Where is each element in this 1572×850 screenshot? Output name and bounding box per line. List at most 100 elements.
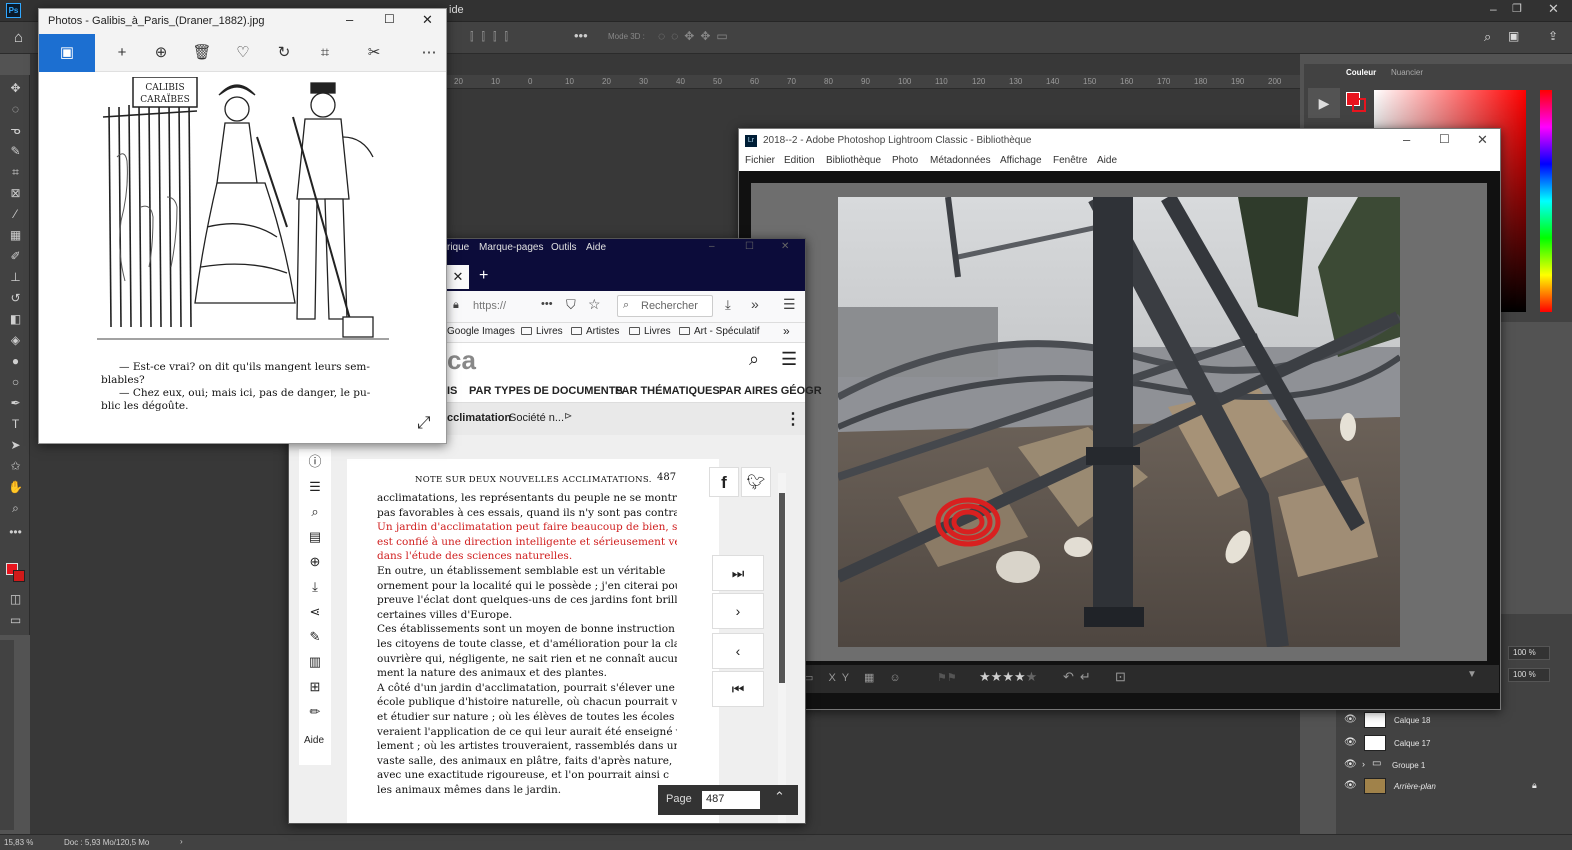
workspace-icon[interactable]: ▣ [1508, 29, 1519, 43]
new-tab-icon[interactable]: + [479, 267, 488, 285]
search-box[interactable]: ⌕ Rechercher [617, 295, 713, 317]
nav-item[interactable]: IS [447, 385, 457, 397]
3d-tools-icons[interactable]: ◌◌✥✥▭ [658, 29, 734, 43]
play-icon[interactable]: ▶ [1308, 88, 1340, 118]
align-icons[interactable]: ⫿⫿⫿⫿ [470, 31, 516, 44]
lr-menu-fenetre[interactable]: Fenêtre [1053, 155, 1087, 166]
bg-color-chip[interactable] [1352, 98, 1366, 112]
lr-menu-edition[interactable]: Edition [784, 155, 815, 166]
frame-tool-icon[interactable]: ⊠ [7, 186, 24, 200]
twitter-icon[interactable]: 🐦︎ [741, 467, 771, 497]
bookmark-livres[interactable]: Livres [521, 326, 563, 337]
hand-tool-icon[interactable]: ✋ [7, 480, 24, 494]
text-mode-icon[interactable]: ▤ [305, 528, 325, 546]
view-mode-icons[interactable]: ▭ XY ▦ ☺ [803, 671, 907, 684]
cite-icon[interactable]: ✎ [305, 628, 325, 646]
ps-close-icon[interactable]: ✕ [1548, 1, 1559, 17]
viewer-scrollbar[interactable] [778, 473, 786, 823]
quick-select-tool-icon[interactable]: ✎ [7, 144, 24, 158]
shape-tool-icon[interactable]: ✩ [7, 459, 24, 473]
bookmark-artistes[interactable]: Artistes [571, 326, 619, 337]
next-page-button[interactable]: › [712, 593, 764, 629]
add-to-icon[interactable]: + [112, 43, 132, 63]
lr-menu-affichage[interactable]: Affichage [1000, 155, 1042, 166]
bookmark-google-images[interactable]: Google Images [447, 326, 515, 337]
home-icon[interactable]: ⌂ [14, 29, 23, 46]
hue-slider[interactable] [1540, 90, 1552, 312]
screen-mode-icon[interactable]: ▭ [7, 613, 24, 627]
history-brush-icon[interactable]: ↺ [7, 291, 24, 305]
rollercoaster-photo[interactable] [838, 197, 1400, 647]
ff-close-icon[interactable]: ✕ [781, 241, 789, 252]
page-actions-icon[interactable]: ••• [541, 298, 553, 310]
url-field[interactable]: https:// [473, 300, 506, 312]
status-chevron-icon[interactable]: › [180, 837, 183, 846]
pages-icon[interactable]: ▥ [305, 653, 325, 671]
visibility-eye-icon[interactable]: 👁 [1344, 780, 1357, 791]
table-of-contents-icon[interactable]: ☰ [305, 478, 325, 496]
ff-minimize-icon[interactable]: – [709, 241, 715, 252]
bookmark-star-icon[interactable]: ☆ [588, 296, 601, 313]
fill-field[interactable]: 100 % [1508, 668, 1550, 682]
bookmark-livres-2[interactable]: Livres [629, 326, 671, 337]
photos-minimize-icon[interactable]: – [346, 12, 353, 27]
lr-menu-photo[interactable]: Photo [892, 155, 918, 166]
more-options-icon[interactable]: ••• [574, 28, 588, 43]
visibility-eye-icon[interactable]: 👁 [1344, 737, 1357, 748]
lr-minimize-icon[interactable]: – [1403, 132, 1410, 147]
pocket-icon[interactable]: ⛉ [566, 297, 576, 313]
lr-maximize-icon[interactable]: ☐ [1439, 132, 1450, 146]
zoom-icon[interactable]: ⊕ [151, 43, 171, 63]
type-tool-icon[interactable]: T [7, 417, 24, 431]
share-icon[interactable]: ⇪ [1548, 29, 1558, 43]
eraser-tool-icon[interactable]: ◧ [7, 312, 24, 326]
previous-page-button[interactable]: ‹ [712, 633, 764, 669]
nav-par-thematiques[interactable]: PAR THÉMATIQUES [615, 385, 720, 397]
layer-row[interactable]: 👁 › ▭ Groupe 1 [1336, 755, 1552, 775]
layer-row[interactable]: 👁 Arrière-plan 🔒︎ [1336, 776, 1552, 796]
lr-close-icon[interactable]: ✕ [1477, 132, 1488, 148]
crop-tool-icon[interactable]: ⌗ [7, 165, 24, 179]
crop-icon[interactable]: ⌗ [315, 43, 335, 63]
search-icon[interactable]: ⌕ [1484, 29, 1491, 45]
healing-tool-icon[interactable]: ▦ [7, 228, 24, 242]
star-rating[interactable]: ★★★★★ [979, 669, 1037, 685]
expand-icon[interactable]: ⤢ [417, 413, 431, 433]
lr-menu-aide[interactable]: Aide [1097, 155, 1117, 166]
chevron-right-icon[interactable]: › [1362, 759, 1365, 769]
site-menu-icon[interactable]: ☰ [781, 349, 797, 370]
ps-restore-icon[interactable]: ❐ [1512, 2, 1522, 15]
ps-minimize-icon[interactable]: – [1490, 2, 1497, 16]
download-icon[interactable]: ⤓ [305, 578, 325, 596]
brush-tool-icon[interactable]: ✐ [7, 249, 24, 263]
photos-maximize-icon[interactable]: ☐ [384, 12, 395, 26]
layer-row[interactable]: 👁 Calque 17 [1336, 733, 1552, 753]
favorite-heart-icon[interactable]: ♡ [233, 43, 253, 63]
aide-label[interactable]: Aide [304, 735, 324, 746]
first-page-button[interactable]: ⏮ [712, 671, 764, 707]
info-icon[interactable]: ⓘ [305, 453, 325, 471]
bookmark-art-speculatif[interactable]: Art - Spéculatif [679, 326, 760, 337]
search-icon[interactable]: ⌕ [305, 503, 325, 521]
menu-aide-fragment[interactable]: ide [449, 4, 464, 16]
page-nav-chevron-up-icon[interactable]: ⌃ [774, 789, 785, 805]
zoom-icon[interactable]: ⊕ [305, 553, 325, 571]
stamp-tool-icon[interactable]: ⊥ [7, 270, 24, 284]
dodge-tool-icon[interactable]: ○ [7, 375, 24, 389]
caricature-illustration[interactable]: CALIBIS CARAÏBES [97, 77, 389, 353]
hamburger-menu-icon[interactable]: ☰ [783, 296, 796, 313]
zoom-tool-icon[interactable]: ⌕ [7, 501, 24, 515]
crop-overlay-icon[interactable]: ⊡ [1115, 669, 1126, 685]
ff-menu-historique[interactable]: rique [447, 242, 469, 253]
nav-par-aires[interactable]: PAR AIRES GÉOGR [719, 385, 822, 397]
move-tool-icon[interactable]: ✥ [7, 81, 24, 95]
facebook-icon[interactable]: f [709, 467, 739, 497]
share-icon[interactable]: ⋖ [305, 603, 325, 621]
photos-close-icon[interactable]: ✕ [422, 12, 433, 28]
more-options-icon[interactable]: ⋯ [419, 43, 439, 63]
background-color-swatch[interactable] [13, 570, 25, 582]
flag-icons[interactable]: ⚑⚑ [937, 671, 957, 684]
marquee-tool-icon[interactable]: ◌ [7, 102, 24, 116]
page-input[interactable]: 487 [702, 791, 760, 809]
scrollbar-thumb[interactable] [779, 493, 785, 683]
